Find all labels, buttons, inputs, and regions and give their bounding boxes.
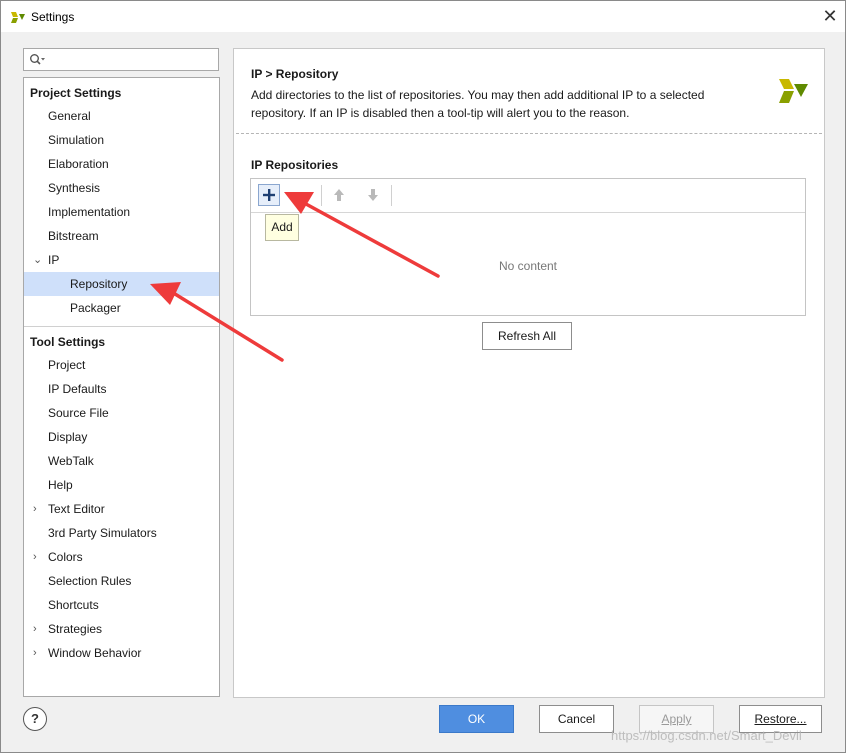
tree-item-synthesis[interactable]: Synthesis: [48, 176, 100, 200]
tree-item-ip-defaults[interactable]: IP Defaults: [48, 377, 106, 401]
move-down-button[interactable]: [362, 184, 384, 206]
refresh-all-button[interactable]: Refresh All: [482, 322, 572, 350]
chevron-down-icon[interactable]: ⌄: [33, 248, 42, 272]
tree-item-window-behavior[interactable]: Window Behavior: [48, 641, 141, 665]
empty-list-text: No content: [498, 259, 558, 273]
minus-icon: [293, 194, 303, 196]
section-divider: [24, 326, 219, 327]
ok-button[interactable]: OK: [439, 705, 514, 733]
tree-item-help[interactable]: Help: [48, 473, 73, 497]
page-breadcrumb: IP > Repository: [251, 67, 339, 81]
tree-item-colors[interactable]: Colors: [48, 545, 83, 569]
add-repository-button[interactable]: [258, 184, 280, 206]
cancel-button[interactable]: Cancel: [539, 705, 614, 733]
apply-label: Apply: [661, 712, 692, 726]
tree-item-source-file[interactable]: Source File: [48, 401, 109, 425]
help-icon[interactable]: ?: [23, 707, 47, 731]
tree-item-shortcuts[interactable]: Shortcuts: [48, 593, 99, 617]
restore-label: Restore...: [754, 712, 807, 726]
description-line: Add directories to the list of repositor…: [251, 88, 705, 102]
tree-item-webtalk[interactable]: WebTalk: [48, 449, 94, 473]
tree-item-repository[interactable]: Repository: [70, 272, 127, 296]
arrow-up-icon: [334, 189, 344, 201]
ip-repositories-list[interactable]: Add No content: [250, 178, 806, 316]
chevron-right-icon[interactable]: ›: [33, 641, 37, 665]
tree-item-bitstream[interactable]: Bitstream: [48, 224, 99, 248]
add-tooltip: Add: [265, 214, 299, 241]
window-title: Settings: [31, 10, 75, 24]
ip-repositories-header: IP Repositories: [251, 158, 339, 172]
remove-repository-button[interactable]: [287, 184, 309, 206]
header-divider: [236, 133, 822, 134]
tree-item-implementation[interactable]: Implementation: [48, 200, 130, 224]
tree-item-ip[interactable]: IP: [48, 248, 59, 272]
tree-item-packager[interactable]: Packager: [70, 296, 121, 320]
chevron-right-icon[interactable]: ›: [33, 497, 37, 521]
plus-icon: [263, 189, 275, 201]
section-tool-settings: Tool Settings: [30, 335, 106, 349]
repositories-toolbar: [251, 179, 805, 213]
tree-item-project[interactable]: Project: [48, 353, 85, 377]
chevron-right-icon[interactable]: ›: [33, 545, 37, 569]
tree-item-display[interactable]: Display: [48, 425, 87, 449]
xilinx-logo-icon: [779, 79, 808, 103]
search-icon: [30, 54, 45, 65]
watermark-text: https://blog.csdn.net/Smart_Devil: [611, 728, 802, 743]
tree-item-strategies[interactable]: Strategies: [48, 617, 102, 641]
toolbar-separator: [391, 185, 392, 206]
move-up-button[interactable]: [328, 184, 350, 206]
settings-window: Settings ✕ Project Settings General Simu…: [0, 0, 846, 753]
vivado-logo-icon: [11, 12, 25, 23]
toolbar-separator: [321, 185, 322, 206]
close-icon[interactable]: ✕: [816, 5, 844, 27]
tree-item-3rd-party-simulators[interactable]: 3rd Party Simulators: [48, 521, 157, 545]
tree-item-general[interactable]: General: [48, 104, 91, 128]
settings-content-panel: IP > Repository Add directories to the l…: [233, 48, 825, 698]
settings-search-box[interactable]: [23, 48, 219, 71]
tree-item-text-editor[interactable]: Text Editor: [48, 497, 105, 521]
description-line: repository. If an IP is disabled then a …: [251, 106, 630, 120]
title-bar: Settings ✕: [1, 1, 845, 32]
settings-tree: Project Settings General Simulation Elab…: [23, 77, 220, 697]
page-description: Add directories to the list of repositor…: [251, 86, 741, 122]
tree-item-simulation[interactable]: Simulation: [48, 128, 104, 152]
section-project-settings: Project Settings: [30, 86, 122, 100]
tree-item-selection-rules[interactable]: Selection Rules: [48, 569, 131, 593]
arrow-down-icon: [368, 189, 378, 201]
tree-item-elaboration[interactable]: Elaboration: [48, 152, 109, 176]
chevron-right-icon[interactable]: ›: [33, 617, 37, 641]
